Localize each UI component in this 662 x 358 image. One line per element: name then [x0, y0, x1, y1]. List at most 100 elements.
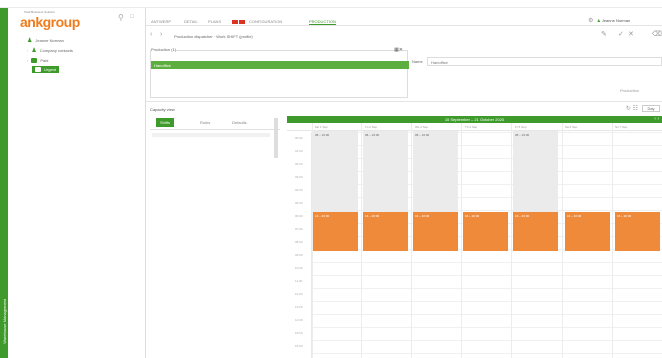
calendar-header-bar: 15 September – 21 October 2020 ‹ › [287, 116, 662, 123]
calendar-title: 15 September – 21 October 2020 [444, 117, 505, 122]
logo[interactable]: Total Business Solution ankgroup [20, 10, 82, 34]
selected-production-row[interactable]: Hanoffice [151, 61, 409, 69]
close-icon[interactable]: ✕ [628, 30, 634, 38]
grid-hline [312, 301, 662, 302]
time-label: 10:00 [295, 266, 303, 270]
time-label: 02:00 [295, 162, 303, 166]
grid-vline [612, 123, 613, 358]
tree-item-contacts[interactable]: › ♟ Company contacts [27, 47, 73, 54]
time-label: 07:00 [295, 227, 303, 231]
record-toolbar: ‹ › Production dispatcher · Work SHIFT (… [146, 27, 662, 41]
grid-vline [361, 123, 362, 358]
tab-flags[interactable] [232, 19, 246, 24]
tree-item-label: Jeanne Norman [35, 38, 64, 43]
grid-hline [312, 262, 662, 263]
back-arrow-icon[interactable]: ‹ [150, 31, 152, 38]
time-label: 09:00 [295, 253, 303, 257]
shift-block-orange[interactable]: 16 – 20:00 [513, 212, 558, 251]
settings-icon[interactable]: ⚙ [588, 17, 593, 24]
shift-block-orange[interactable]: 16 – 20:00 [463, 212, 508, 251]
day-name: Fr 5 Sep [515, 125, 527, 129]
time-label: 08:00 [295, 240, 303, 244]
refresh-icon[interactable]: ↻ ☷ [626, 105, 638, 112]
tab-plans[interactable]: PLANS [208, 19, 221, 24]
tab-antwerp[interactable]: ANTWERP [151, 19, 171, 24]
panel-toggle-icon[interactable]: □ [130, 14, 134, 20]
breadcrumb: Production dispatcher · Work SHIFT (prof… [174, 34, 253, 39]
shift-block-orange[interactable]: 16 – 20:00 [615, 212, 660, 251]
name-field[interactable]: Hanoffice [427, 57, 662, 66]
subtab-rules[interactable]: Rules [196, 118, 214, 127]
tree-item-label: Paid [40, 58, 49, 63]
capacity-section-bar: Capacity view ↻ ☷ Day [146, 101, 662, 115]
expand-icon: › [27, 58, 29, 63]
shift-block-orange[interactable]: 16 – 20:00 [413, 212, 458, 251]
block-label: 16 – 20:00 [617, 214, 632, 218]
day-name: Su 7 Sep [615, 125, 628, 129]
tree-item-label: Company contacts [39, 48, 73, 53]
time-label: 13:00 [295, 305, 303, 309]
day-name: We 3 Sep [415, 125, 429, 129]
grid-hline [312, 288, 662, 289]
shift-block-gray[interactable]: 08 – 16:00 [313, 131, 358, 212]
tree-item-urgent[interactable]: Urgent [32, 66, 60, 73]
block-label: 08 – 16:00 [365, 133, 380, 137]
list-item[interactable] [152, 140, 270, 145]
block-label: 16 – 20:00 [567, 214, 582, 218]
shift-block-orange[interactable]: 16 – 20:00 [363, 212, 408, 251]
time-label: 11:00 [295, 279, 303, 283]
time-column: 00:00 01:00 02:00 03:00 04:00 05:00 06:00 07:00… [287, 132, 312, 358]
time-label: 15:00 [295, 331, 303, 335]
tree-item-paid[interactable]: › Paid [27, 58, 48, 63]
time-label: 03:00 [295, 175, 303, 179]
user-menu[interactable]: ♟ Jeanne Norman [597, 18, 630, 23]
production-form: Production (1) ▦✕ Hanoffice [150, 47, 409, 98]
shift-block-orange[interactable]: 16 – 20:00 [313, 212, 358, 251]
subtab-defaults[interactable]: Defaults [228, 118, 251, 127]
vertical-app-label: Warehouse Management [1, 299, 7, 344]
forward-arrow-icon[interactable]: › [160, 31, 162, 38]
tab-detail[interactable]: DETAIL [184, 19, 198, 24]
day-name: Th 4 Sep [465, 125, 478, 129]
folder-icon [31, 58, 38, 63]
expand-icon: › [27, 48, 29, 53]
grid-vline [562, 123, 563, 358]
shift-block-orange[interactable]: 16 – 20:00 [565, 212, 610, 251]
tab-production[interactable]: PRODUCTION [309, 19, 336, 25]
calendar-nav-icon[interactable]: ‹ › [654, 116, 659, 122]
shift-block-gray[interactable]: 08 – 16:00 [363, 131, 408, 212]
shift-block-gray[interactable]: 08 – 16:00 [513, 131, 558, 212]
calendar-day-header: Mo 1 Sep Tu 2 Sep We 3 Sep Th 4 Sep Fr 5… [287, 123, 662, 131]
grid-vline [411, 123, 412, 358]
production-side-label: Production [620, 88, 640, 93]
view-select[interactable]: Day [642, 105, 660, 112]
search-icon[interactable]: ⚲ [118, 13, 124, 22]
grid-hline [312, 327, 662, 328]
grid-icon[interactable]: ▦✕ [394, 47, 403, 53]
delete-icon[interactable]: ⌫ [652, 30, 662, 38]
check-icon[interactable]: ✓ [618, 30, 624, 38]
grid-vline [511, 123, 512, 358]
contacts-icon: ♟ [31, 48, 37, 54]
user-icon: ♟ [27, 38, 33, 44]
block-label: 16 – 20:00 [415, 214, 430, 218]
block-label: 16 – 20:00 [365, 214, 380, 218]
tree-item-label: Urgent [44, 67, 57, 72]
sub-tabs: Shifts Rules Defaults [146, 116, 282, 128]
shift-block-gray[interactable]: 08 – 16:00 [413, 131, 458, 212]
time-label: 00:00 [295, 136, 303, 140]
list-item[interactable] [152, 133, 270, 138]
flag-icon [239, 19, 245, 24]
time-label: 14:00 [295, 318, 303, 322]
subtab-shifts[interactable]: Shifts [156, 118, 175, 127]
user-name: Jeanne Norman [601, 18, 631, 23]
edit-icon[interactable]: ✎ [601, 30, 607, 38]
day-name: Tu 2 Sep [365, 125, 378, 129]
list-scrollbar[interactable] [274, 118, 278, 158]
tab-configuration[interactable]: CONFIGURATION [249, 19, 282, 24]
folder-icon [35, 67, 41, 72]
tree-item-user[interactable]: ♟ Jeanne Norman [27, 37, 64, 44]
section-title: Capacity view [150, 107, 175, 112]
day-name: Mo 1 Sep [315, 125, 328, 129]
time-label: 12:00 [295, 292, 303, 296]
